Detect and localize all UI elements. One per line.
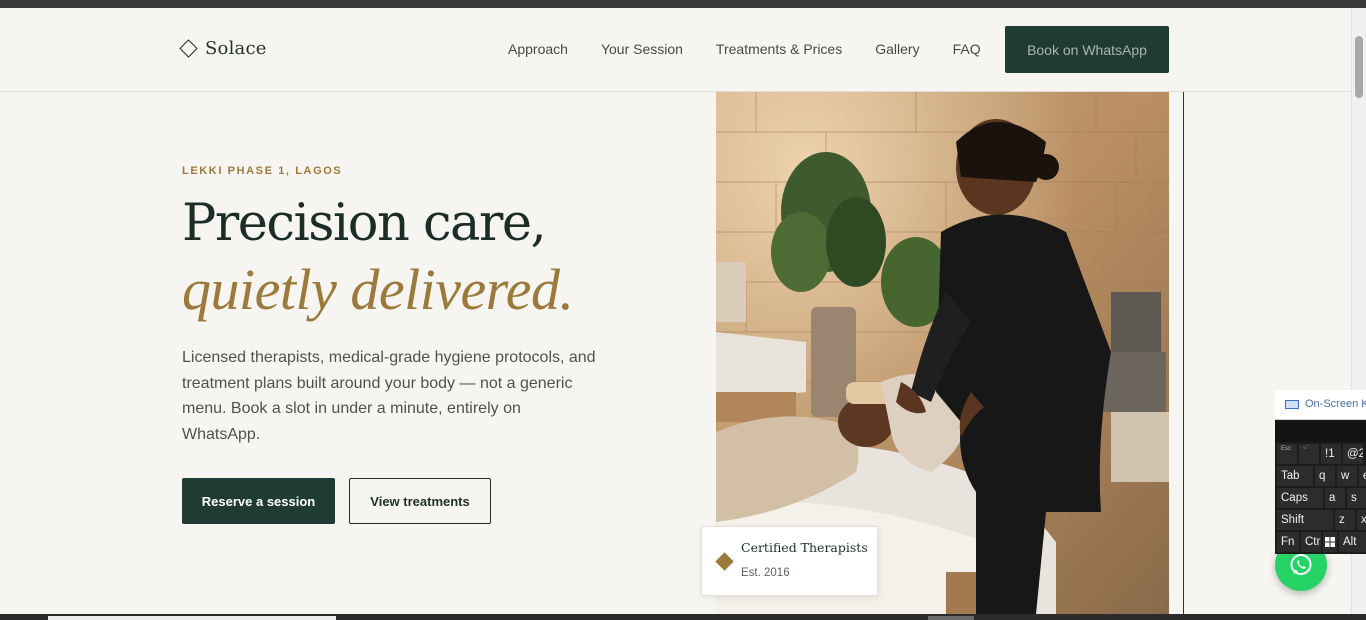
windows-icon xyxy=(1325,537,1335,547)
key-2[interactable]: @2 xyxy=(1343,444,1363,464)
key-shift[interactable]: Shift xyxy=(1277,510,1333,530)
certified-therapists-badge: Certified Therapists Est. 2016 xyxy=(701,526,878,596)
gold-diamond-icon xyxy=(715,552,734,571)
key-tilde[interactable]: ~` xyxy=(1299,444,1319,464)
hero-frame-border xyxy=(1183,92,1184,614)
key-z[interactable]: z xyxy=(1335,510,1355,530)
key-e[interactable]: e xyxy=(1359,466,1366,486)
key-caps[interactable]: Caps xyxy=(1277,488,1323,508)
logo[interactable]: Solace xyxy=(179,38,267,59)
key-s[interactable]: s xyxy=(1347,488,1366,508)
keyboard-icon xyxy=(1285,399,1299,409)
key-ctrl[interactable]: Ctrl xyxy=(1301,532,1321,552)
keyboard-text-strip xyxy=(1275,421,1366,442)
diamond-logo-icon xyxy=(179,39,198,58)
key-alt[interactable]: Alt xyxy=(1339,532,1366,552)
reserve-session-button[interactable]: Reserve a session xyxy=(182,478,335,524)
on-screen-keyboard-window: On-Screen Keyboard Esc ~` !1 @2 Tab q w … xyxy=(1275,390,1366,554)
keyboard-title: On-Screen Keyboard xyxy=(1305,398,1366,410)
nav-link-faq[interactable]: FAQ xyxy=(953,41,981,57)
taskbar-segment xyxy=(928,616,974,620)
nav-link-treatments-prices[interactable]: Treatments & Prices xyxy=(716,41,842,57)
whatsapp-icon xyxy=(1290,554,1312,575)
badge-subtitle: Est. 2016 xyxy=(741,567,790,579)
badge-title: Certified Therapists xyxy=(741,540,868,555)
taskbar-segment xyxy=(48,616,336,620)
hero-title-line2: quietly delivered. xyxy=(182,257,574,322)
key-fn[interactable]: Fn xyxy=(1277,532,1299,552)
browser-top-strip xyxy=(0,0,1366,8)
site-header: Solace Approach Your Session Treatments … xyxy=(0,8,1351,92)
hero-eyebrow: LEKKI PHASE 1, LAGOS xyxy=(182,165,343,177)
key-esc[interactable]: Esc xyxy=(1277,444,1297,464)
book-on-whatsapp-button[interactable]: Book on WhatsApp xyxy=(1005,26,1169,73)
keyboard-title-bar[interactable]: On-Screen Keyboard xyxy=(1275,390,1366,420)
key-windows[interactable] xyxy=(1323,532,1337,552)
key-x[interactable]: x xyxy=(1357,510,1366,530)
main-nav: Approach Your Session Treatments & Price… xyxy=(508,41,1014,57)
taskbar-strip xyxy=(0,614,1366,620)
hero-title-line1: Precision care, xyxy=(182,194,547,253)
page: Solace Approach Your Session Treatments … xyxy=(0,8,1351,614)
key-tab[interactable]: Tab xyxy=(1277,466,1313,486)
key-a[interactable]: a xyxy=(1325,488,1345,508)
view-treatments-button[interactable]: View treatments xyxy=(349,478,491,524)
hero-description: Licensed therapists, medical-grade hygie… xyxy=(182,349,596,443)
key-1[interactable]: !1 xyxy=(1321,444,1341,464)
brand-name: Solace xyxy=(205,38,267,59)
nav-link-gallery[interactable]: Gallery xyxy=(875,41,919,57)
nav-link-approach[interactable]: Approach xyxy=(508,41,568,57)
nav-link-your-session[interactable]: Your Session xyxy=(601,41,683,57)
scrollbar-thumb[interactable] xyxy=(1355,36,1363,98)
key-w[interactable]: w xyxy=(1337,466,1357,486)
key-q[interactable]: q xyxy=(1315,466,1335,486)
